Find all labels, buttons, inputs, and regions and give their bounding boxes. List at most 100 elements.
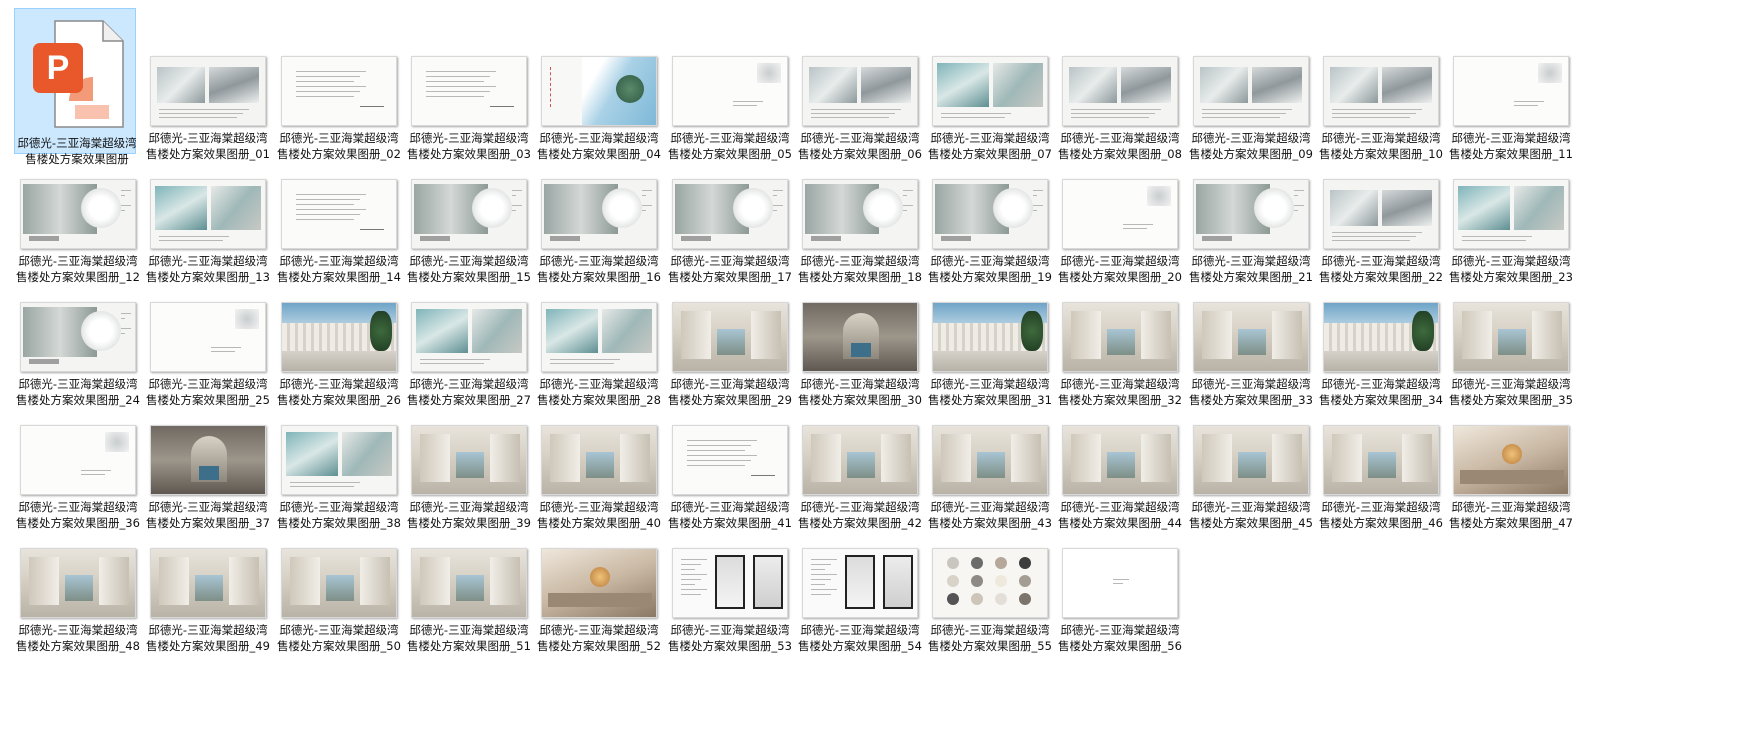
- file-name-label: 邱德光-三亚海棠超级湾售楼处方案效果图册_33: [1189, 377, 1313, 407]
- file-name-label: 邱德光-三亚海棠超级湾售楼处方案效果图册_31: [928, 377, 1052, 407]
- file-thumbnail: [541, 56, 657, 126]
- thumbnail-frame: [928, 50, 1052, 126]
- thumbnail-frame: [407, 173, 531, 249]
- file-thumbnail: [411, 302, 527, 372]
- file-item[interactable]: 邱德光-三亚海棠超级湾售楼处方案效果图册_51: [407, 542, 531, 670]
- file-name-label: 邱德光-三亚海棠超级湾售楼处方案效果图册_05: [668, 131, 792, 161]
- file-item[interactable]: 邱德光-三亚海棠超级湾售楼处方案效果图册_16: [537, 173, 661, 301]
- file-item[interactable]: 邱德光-三亚海棠超级湾售楼处方案效果图册_53: [668, 542, 792, 670]
- thumbnail-frame: [537, 542, 661, 618]
- file-item[interactable]: 邱德光-三亚海棠超级湾售楼处方案效果图册_23: [1449, 173, 1573, 301]
- thumbnail-frame: [1319, 173, 1443, 249]
- thumbnail-frame: [1189, 173, 1313, 249]
- thumbnail-frame: [928, 419, 1052, 495]
- thumbnail-frame: [928, 173, 1052, 249]
- file-item[interactable]: 邱德光-三亚海棠超级湾售楼处方案效果图册_08: [1058, 50, 1182, 178]
- file-thumbnail: [1062, 56, 1178, 126]
- file-item[interactable]: 邱德光-三亚海棠超级湾售楼处方案效果图册_28: [537, 296, 661, 424]
- file-thumbnail: [1323, 179, 1439, 249]
- file-name-label: 邱德光-三亚海棠超级湾售楼处方案效果图册_12: [16, 254, 140, 284]
- file-name-label: 邱德光-三亚海棠超级湾售楼处方案效果图册_48: [16, 623, 140, 653]
- thumbnail-frame: [146, 542, 270, 618]
- file-item[interactable]: 邱德光-三亚海棠超级湾售楼处方案效果图册_39: [407, 419, 531, 547]
- file-thumbnail: [411, 56, 527, 126]
- file-item[interactable]: 邱德光-三亚海棠超级湾售楼处方案效果图册_50: [277, 542, 401, 670]
- file-item[interactable]: 邱德光-三亚海棠超级湾售楼处方案效果图册_26: [277, 296, 401, 424]
- file-thumbnail: [541, 302, 657, 372]
- file-item[interactable]: 邱德光-三亚海棠超级湾售楼处方案效果图册_22: [1319, 173, 1443, 301]
- file-item[interactable]: 邱德光-三亚海棠超级湾售楼处方案效果图册_03: [407, 50, 531, 178]
- file-item[interactable]: 邱德光-三亚海棠超级湾售楼处方案效果图册_12: [16, 173, 140, 301]
- file-item[interactable]: 邱德光-三亚海棠超级湾售楼处方案效果图册_05: [668, 50, 792, 178]
- file-item[interactable]: 邱德光-三亚海棠超级湾售楼处方案效果图册_17: [668, 173, 792, 301]
- file-item[interactable]: 邱德光-三亚海棠超级湾售楼处方案效果图册_37: [146, 419, 270, 547]
- file-item[interactable]: 邱德光-三亚海棠超级湾售楼处方案效果图册_25: [146, 296, 270, 424]
- file-item[interactable]: 邱德光-三亚海棠超级湾售楼处方案效果图册_13: [146, 173, 270, 301]
- file-item[interactable]: 邱德光-三亚海棠超级湾售楼处方案效果图册_04: [537, 50, 661, 178]
- file-item[interactable]: 邱德光-三亚海棠超级湾售楼处方案效果图册_31: [928, 296, 1052, 424]
- file-item[interactable]: 邱德光-三亚海棠超级湾售楼处方案效果图册_07: [928, 50, 1052, 178]
- file-name-label: 邱德光-三亚海棠超级湾售楼处方案效果图册_23: [1449, 254, 1573, 284]
- file-item[interactable]: 邱德光-三亚海棠超级湾售楼处方案效果图册_55: [928, 542, 1052, 670]
- file-item[interactable]: 邱德光-三亚海棠超级湾售楼处方案效果图册_33: [1189, 296, 1313, 424]
- file-item[interactable]: 邱德光-三亚海棠超级湾售楼处方案效果图册_38: [277, 419, 401, 547]
- file-item[interactable]: 邱德光-三亚海棠超级湾售楼处方案效果图册_10: [1319, 50, 1443, 178]
- file-item[interactable]: 邱德光-三亚海棠超级湾售楼处方案效果图册_32: [1058, 296, 1182, 424]
- file-name-label: 邱德光-三亚海棠超级湾售楼处方案效果图册_01: [146, 131, 270, 161]
- thumbnail-frame: [668, 50, 792, 126]
- file-item[interactable]: 邱德光-三亚海棠超级湾售楼处方案效果图册_40: [537, 419, 661, 547]
- thumbnail-frame: [537, 173, 661, 249]
- file-thumbnail: [150, 179, 266, 249]
- file-name-label: 邱德光-三亚海棠超级湾售楼处方案效果图册_20: [1058, 254, 1182, 284]
- file-thumbnail: [541, 548, 657, 618]
- file-name-label: 邱德光-三亚海棠超级湾售楼处方案效果图册_17: [668, 254, 792, 284]
- file-item[interactable]: 邱德光-三亚海棠超级湾售楼处方案效果图册_06: [798, 50, 922, 178]
- file-thumbnail: [1453, 56, 1569, 126]
- file-item[interactable]: 邱德光-三亚海棠超级湾售楼处方案效果图册_54: [798, 542, 922, 670]
- file-thumbnail: [281, 302, 397, 372]
- file-item[interactable]: 邱德光-三亚海棠超级湾售楼处方案效果图册_48: [16, 542, 140, 670]
- file-thumbnail: [802, 425, 918, 495]
- thumbnail-frame: [668, 419, 792, 495]
- file-item[interactable]: 邱德光-三亚海棠超级湾售楼处方案效果图册_30: [798, 296, 922, 424]
- file-item[interactable]: 邱德光-三亚海棠超级湾售楼处方案效果图册_27: [407, 296, 531, 424]
- file-item[interactable]: 邱德光-三亚海棠超级湾售楼处方案效果图册_20: [1058, 173, 1182, 301]
- thumbnail-frame: [537, 419, 661, 495]
- file-item[interactable]: 邱德光-三亚海棠超级湾售楼处方案效果图册_21: [1189, 173, 1313, 301]
- file-item[interactable]: 邱德光-三亚海棠超级湾售楼处方案效果图册_47: [1449, 419, 1573, 547]
- file-item[interactable]: 邱德光-三亚海棠超级湾售楼处方案效果图册_14: [277, 173, 401, 301]
- thumbnail-frame: [407, 50, 531, 126]
- file-item[interactable]: 邱德光-三亚海棠超级湾售楼处方案效果图册_34: [1319, 296, 1443, 424]
- file-item[interactable]: 邱德光-三亚海棠超级湾售楼处方案效果图册_09: [1189, 50, 1313, 178]
- file-item[interactable]: 邱德光-三亚海棠超级湾售楼处方案效果图册_29: [668, 296, 792, 424]
- file-item-pptx[interactable]: P 邱德光-三亚海棠超级湾售楼处方案效果图册: [14, 8, 137, 166]
- file-thumbnail: [1193, 56, 1309, 126]
- file-item[interactable]: 邱德光-三亚海棠超级湾售楼处方案效果图册_56: [1058, 542, 1182, 670]
- file-item[interactable]: 邱德光-三亚海棠超级湾售楼处方案效果图册_24: [16, 296, 140, 424]
- thumbnail-frame: [1058, 50, 1182, 126]
- thumbnail-frame: [1449, 50, 1573, 126]
- file-item[interactable]: 邱德光-三亚海棠超级湾售楼处方案效果图册_41: [668, 419, 792, 547]
- file-name-label: 邱德光-三亚海棠超级湾售楼处方案效果图册_52: [537, 623, 661, 653]
- file-thumbnail: [1453, 302, 1569, 372]
- file-item[interactable]: 邱德光-三亚海棠超级湾售楼处方案效果图册_36: [16, 419, 140, 547]
- file-item[interactable]: 邱德光-三亚海棠超级湾售楼处方案效果图册_19: [928, 173, 1052, 301]
- thumbnail-frame: [407, 419, 531, 495]
- file-item[interactable]: 邱德光-三亚海棠超级湾售楼处方案效果图册_01: [146, 50, 270, 178]
- file-item[interactable]: 邱德光-三亚海棠超级湾售楼处方案效果图册_42: [798, 419, 922, 547]
- file-thumbnail: [20, 179, 136, 249]
- file-thumbnail: [20, 548, 136, 618]
- file-thumbnail: [541, 179, 657, 249]
- file-item[interactable]: 邱德光-三亚海棠超级湾售楼处方案效果图册_11: [1449, 50, 1573, 178]
- file-item[interactable]: 邱德光-三亚海棠超级湾售楼处方案效果图册_49: [146, 542, 270, 670]
- file-item[interactable]: 邱德光-三亚海棠超级湾售楼处方案效果图册_44: [1058, 419, 1182, 547]
- file-item[interactable]: 邱德光-三亚海棠超级湾售楼处方案效果图册_52: [537, 542, 661, 670]
- file-item[interactable]: 邱德光-三亚海棠超级湾售楼处方案效果图册_18: [798, 173, 922, 301]
- file-item[interactable]: 邱德光-三亚海棠超级湾售楼处方案效果图册_35: [1449, 296, 1573, 424]
- file-item[interactable]: 邱德光-三亚海棠超级湾售楼处方案效果图册_15: [407, 173, 531, 301]
- file-item[interactable]: 邱德光-三亚海棠超级湾售楼处方案效果图册_46: [1319, 419, 1443, 547]
- file-item[interactable]: 邱德光-三亚海棠超级湾售楼处方案效果图册_45: [1189, 419, 1313, 547]
- file-item[interactable]: 邱德光-三亚海棠超级湾售楼处方案效果图册_02: [277, 50, 401, 178]
- file-item[interactable]: 邱德光-三亚海棠超级湾售楼处方案效果图册_43: [928, 419, 1052, 547]
- thumbnail-frame: [1058, 419, 1182, 495]
